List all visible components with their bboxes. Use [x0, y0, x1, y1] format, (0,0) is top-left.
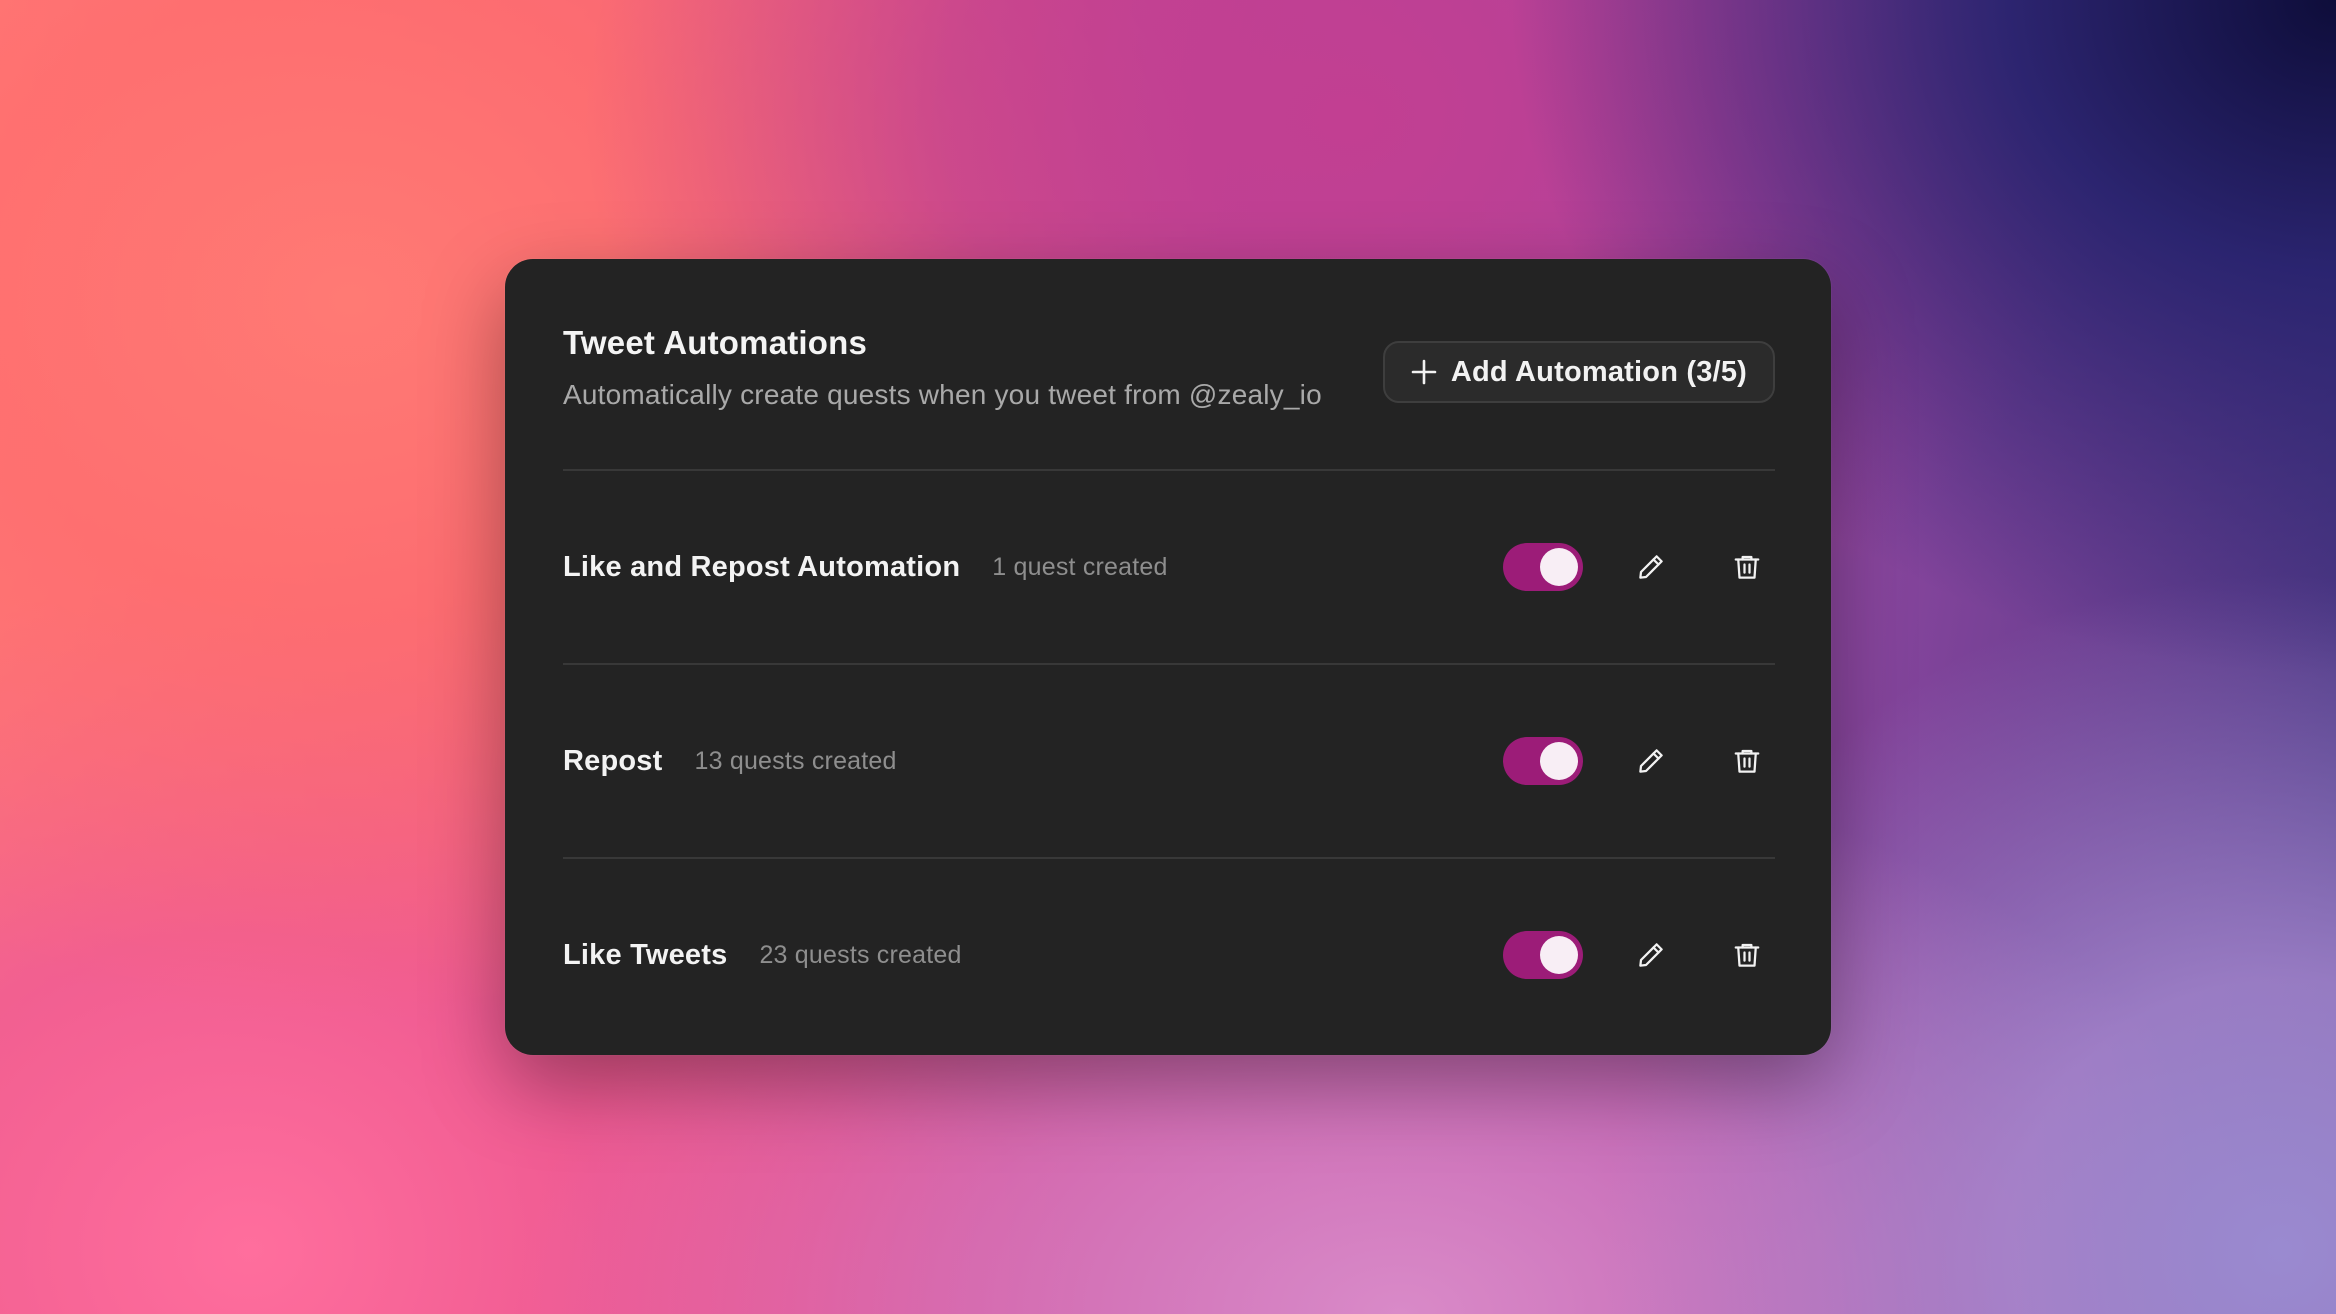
automation-row: Like Tweets 23 quests created [563, 858, 1775, 1052]
automation-toggle[interactable] [1503, 737, 1583, 785]
edit-button[interactable] [1623, 927, 1679, 983]
add-automation-button[interactable]: Add Automation (3/5) [1382, 341, 1775, 403]
automation-toggle[interactable] [1503, 931, 1583, 979]
pencil-icon [1639, 943, 1663, 967]
automation-quest-count: 13 quests created [694, 746, 897, 775]
automation-name: Repost [563, 744, 663, 777]
automation-actions [1503, 664, 1775, 858]
pencil-icon [1639, 555, 1663, 579]
toggle-knob [1540, 742, 1578, 780]
delete-button[interactable] [1719, 927, 1775, 983]
automations-card: Tweet Automations Automatically create q… [505, 259, 1831, 1055]
automation-row: Repost 13 quests created [563, 664, 1775, 858]
automation-actions [1503, 858, 1775, 1052]
card-subtitle: Automatically create quests when you twe… [563, 379, 1322, 410]
toggle-knob [1540, 548, 1578, 586]
automation-toggle[interactable] [1503, 543, 1583, 591]
edit-button[interactable] [1623, 539, 1679, 595]
trash-icon [1734, 749, 1760, 773]
add-automation-label: Add Automation (3/5) [1450, 355, 1747, 388]
plus-icon [1411, 359, 1437, 385]
card-header: Tweet Automations Automatically create q… [563, 323, 1322, 412]
automation-row: Like and Repost Automation 1 quest creat… [563, 470, 1775, 664]
trash-icon [1734, 943, 1760, 967]
toggle-knob [1540, 936, 1578, 974]
delete-button[interactable] [1719, 539, 1775, 595]
automation-name: Like and Repost Automation [563, 550, 961, 583]
pencil-icon [1639, 749, 1663, 773]
edit-button[interactable] [1623, 733, 1679, 789]
automation-quest-count: 1 quest created [992, 552, 1168, 581]
trash-icon [1734, 555, 1760, 579]
card-title: Tweet Automations [563, 324, 868, 361]
delete-button[interactable] [1719, 733, 1775, 789]
automation-actions [1503, 470, 1775, 664]
automation-name: Like Tweets [563, 938, 728, 971]
automation-quest-count: 23 quests created [759, 940, 962, 969]
